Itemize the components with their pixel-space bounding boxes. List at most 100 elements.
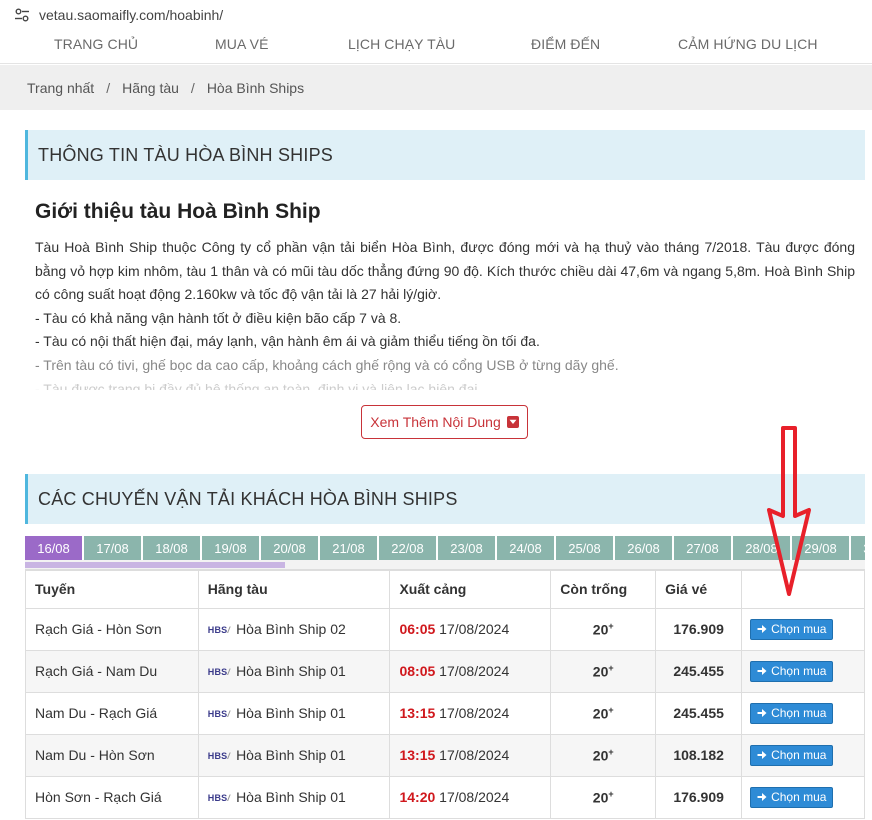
buy-label: Chọn mua bbox=[771, 748, 827, 762]
hbs-logo: HBS/ bbox=[207, 751, 231, 762]
buy-button[interactable]: Chọn mua bbox=[750, 618, 834, 640]
ship-name: Hòa Bình Ship 01 bbox=[236, 705, 346, 721]
seats-count: 20 bbox=[592, 747, 609, 764]
date-tab[interactable]: 16/08 bbox=[25, 536, 83, 560]
nav-item-schedule[interactable]: LỊCH CHẠY TÀU bbox=[348, 36, 455, 52]
date-tab[interactable]: 20/08 bbox=[261, 536, 319, 560]
ship-name: Hòa Bình Ship 01 bbox=[236, 789, 346, 805]
hbs-logo: HBS/ bbox=[207, 667, 231, 678]
action-cell: Chọn mua bbox=[741, 775, 865, 819]
date-tab[interactable]: 28/08 bbox=[733, 536, 791, 560]
nav-item-buy-ticket[interactable]: MUA VÉ bbox=[215, 36, 269, 52]
departure-cell: 14:20 17/08/2024 bbox=[389, 775, 552, 819]
operator-cell: HBS/Hòa Bình Ship 02 bbox=[197, 607, 391, 651]
arrow-right-icon bbox=[757, 708, 767, 718]
breadcrumb-separator: / bbox=[190, 79, 195, 96]
price-cell: 176.909 bbox=[655, 775, 743, 819]
breadcrumb-separator: / bbox=[106, 79, 111, 96]
price-cell: 176.909 bbox=[655, 607, 743, 651]
ship-name: Hòa Bình Ship 01 bbox=[236, 663, 346, 679]
departure-date: 17/08/2024 bbox=[439, 663, 510, 679]
buy-button[interactable]: Chọn mua bbox=[750, 660, 834, 682]
site-settings-icon[interactable] bbox=[13, 6, 31, 24]
departure-time: 13:15 bbox=[399, 705, 436, 721]
col-header-route: Tuyến bbox=[25, 569, 199, 609]
nav-item-travel-inspiration[interactable]: CẢM HỨNG DU LỊCH bbox=[678, 36, 818, 52]
date-tabs: 16/08 17/08 18/08 19/08 20/08 21/08 22/08 23/08… bbox=[25, 536, 865, 560]
date-tab[interactable]: 25/08 bbox=[556, 536, 614, 560]
breadcrumb: Trang nhất / Hãng tàu / Hòa Bình Ships bbox=[0, 65, 872, 110]
price-cell: 108.182 bbox=[655, 733, 743, 777]
buy-label: Chọn mua bbox=[771, 622, 827, 636]
seats-count: 20 bbox=[592, 789, 609, 806]
arrow-right-icon bbox=[757, 666, 767, 676]
seats-count: 20 bbox=[592, 621, 609, 638]
date-tab[interactable]: 26/08 bbox=[615, 536, 673, 560]
breadcrumb-current: Hòa Bình Ships bbox=[206, 79, 305, 96]
nav-item-home[interactable]: TRANG CHỦ bbox=[54, 36, 138, 52]
seats-cell: 20+ bbox=[550, 691, 657, 735]
departure-time: 06:05 bbox=[399, 621, 436, 637]
route-cell: Nam Du - Rạch Giá bbox=[25, 691, 199, 735]
hbs-logo-text: HBS bbox=[207, 625, 228, 636]
departure-cell: 13:15 17/08/2024 bbox=[389, 691, 552, 735]
chevron-down-box-icon bbox=[506, 416, 519, 428]
date-tab[interactable]: 21/08 bbox=[320, 536, 378, 560]
seats-plus: + bbox=[608, 704, 614, 715]
date-tab[interactable]: 22/08 bbox=[379, 536, 437, 560]
date-tab[interactable]: 23/08 bbox=[438, 536, 496, 560]
operator-cell: HBS/Hòa Bình Ship 01 bbox=[197, 691, 391, 735]
nav-item-destinations[interactable]: ĐIỂM ĐẾN bbox=[531, 36, 600, 52]
departure-date: 17/08/2024 bbox=[439, 747, 510, 763]
seats-plus: + bbox=[608, 620, 614, 631]
info-box: Giới thiệu tàu Hoà Bình Ship Tàu Hoà Bìn… bbox=[25, 180, 865, 465]
departure-time: 08:05 bbox=[399, 663, 436, 679]
route-cell: Rạch Giá - Nam Du bbox=[25, 649, 199, 693]
hbs-logo-text: HBS bbox=[207, 751, 228, 762]
departure-time: 13:15 bbox=[399, 747, 436, 763]
breadcrumb-home[interactable]: Trang nhất bbox=[27, 80, 94, 96]
date-tab[interactable]: 30/08 bbox=[851, 536, 865, 560]
buy-button[interactable]: Chọn mua bbox=[750, 702, 834, 724]
route-cell: Nam Du - Hòn Sơn bbox=[25, 733, 199, 777]
operator-cell: HBS/Hòa Bình Ship 01 bbox=[197, 733, 391, 777]
seats-count: 20 bbox=[592, 705, 609, 722]
arrow-right-icon bbox=[757, 792, 767, 802]
action-cell: Chọn mua bbox=[741, 607, 865, 651]
trips-table: Tuyến Hãng tàu Xuất cảng Còn trống Giá v… bbox=[25, 569, 865, 819]
date-tab[interactable]: 19/08 bbox=[202, 536, 260, 560]
date-tab[interactable]: 17/08 bbox=[84, 536, 142, 560]
date-tabs-scrollbar[interactable] bbox=[25, 560, 865, 569]
info-paragraph: - Tàu có khả năng vận hành tốt ở điều ki… bbox=[35, 309, 402, 326]
info-title: Giới thiệu tàu Hoà Bình Ship bbox=[35, 200, 321, 223]
date-tab[interactable]: 18/08 bbox=[143, 536, 201, 560]
action-cell: Chọn mua bbox=[741, 691, 865, 735]
date-tab[interactable]: 24/08 bbox=[497, 536, 555, 560]
browser-address-bar[interactable]: vetau.saomaifly.com/hoabinh/ bbox=[0, 0, 872, 30]
show-more-button[interactable]: Xem Thêm Nội Dung bbox=[361, 405, 528, 439]
table-row: Rạch Giá - Nam Du HBS/Hòa Bình Ship 01 08:… bbox=[25, 649, 865, 693]
operator-cell: HBS/Hòa Bình Ship 01 bbox=[197, 649, 391, 693]
route-cell: Rạch Giá - Hòn Sơn bbox=[25, 607, 199, 651]
buy-button[interactable]: Chọn mua bbox=[750, 786, 834, 808]
date-tab[interactable]: 27/08 bbox=[674, 536, 732, 560]
date-tabs-scroll-thumb[interactable] bbox=[25, 562, 285, 568]
departure-time: 14:20 bbox=[399, 789, 436, 805]
seats-plus: + bbox=[608, 788, 614, 799]
price-cell: 245.455 bbox=[655, 691, 743, 735]
main-nav: TRANG CHỦ MUA VÉ LỊCH CHẠY TÀU ĐIỂM ĐẾN … bbox=[0, 30, 872, 64]
seats-cell: 20+ bbox=[550, 733, 657, 777]
hbs-logo-text: HBS bbox=[207, 667, 228, 678]
date-tab[interactable]: 29/08 bbox=[792, 536, 850, 560]
hbs-logo: HBS/ bbox=[207, 625, 231, 636]
buy-button[interactable]: Chọn mua bbox=[750, 744, 834, 766]
info-section-heading: THÔNG TIN TÀU HÒA BÌNH SHIPS bbox=[25, 130, 865, 180]
hbs-logo-text: HBS bbox=[207, 709, 228, 720]
url-text[interactable]: vetau.saomaifly.com/hoabinh/ bbox=[39, 7, 223, 23]
breadcrumb-operators[interactable]: Hãng tàu bbox=[122, 80, 179, 96]
seats-cell: 20+ bbox=[550, 649, 657, 693]
ship-name: Hòa Bình Ship 01 bbox=[236, 747, 346, 763]
table-row: Nam Du - Rạch Giá HBS/Hòa Bình Ship 01 13:… bbox=[25, 691, 865, 735]
departure-cell: 06:05 17/08/2024 bbox=[389, 607, 552, 651]
col-header-action bbox=[741, 569, 865, 609]
